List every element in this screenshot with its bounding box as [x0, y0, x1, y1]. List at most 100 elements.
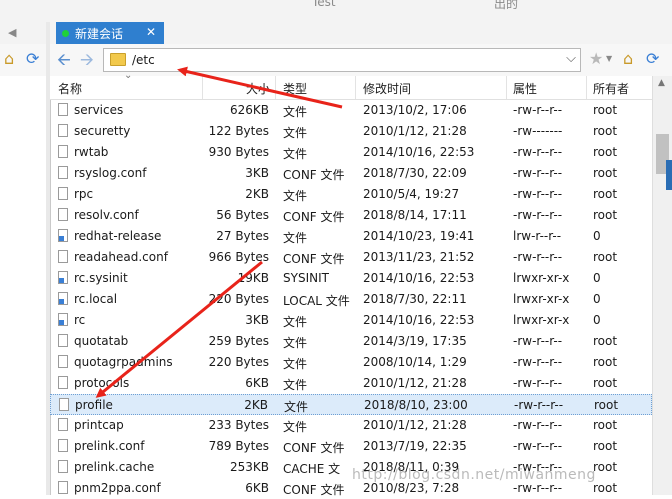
file-owner: root [593, 145, 618, 159]
column-divider[interactable] [355, 76, 356, 99]
symlink-file-icon [58, 313, 68, 326]
file-mtime: 2010/1/12, 21:28 [363, 418, 467, 432]
table-row[interactable]: protocols 6KB 文件 2010/1/12, 21:28 -rw-r--r--… [50, 373, 652, 394]
bookmark-dropdown-icon[interactable]: ▼ [606, 54, 612, 63]
back-arrow-icon[interactable]: 🡨 [57, 52, 71, 69]
bookmark-star-icon[interactable]: ★ [589, 50, 603, 68]
file-name: pnm2ppa.conf [74, 481, 161, 495]
file-mtime: 2014/10/16, 22:53 [363, 271, 475, 285]
file-name: quotatab [74, 334, 129, 348]
file-owner: root [593, 481, 618, 495]
table-row-selected[interactable]: profile 2KB 文件 2018/8/10, 23:00 -rw-r--r-- ro… [50, 394, 652, 415]
file-permissions: lrwxr-xr-x [513, 313, 570, 327]
file-icon [58, 145, 68, 158]
file-owner: root [593, 103, 618, 117]
file-type: 文件 [283, 126, 308, 140]
file-icon [58, 439, 68, 452]
table-row[interactable]: redhat-release 27 Bytes 文件 2014/10/23, 19:4… [50, 226, 652, 247]
table-row[interactable]: resolv.conf 56 Bytes CONF 文件 2018/8/14, 17:… [50, 205, 652, 226]
table-row[interactable]: services 626KB 文件 2013/10/2, 17:06 -rw-r--r-… [50, 100, 652, 121]
table-row[interactable]: securetty 122 Bytes 文件 2010/1/12, 21:28 -rw-… [50, 121, 652, 142]
table-row[interactable]: rc 3KB 文件 2014/10/16, 22:53 lrwxr-xr-x 0 [50, 310, 652, 331]
column-divider[interactable] [586, 76, 587, 99]
file-type: 文件 [284, 400, 309, 414]
file-icon [58, 460, 68, 473]
left-home-icon[interactable]: ⌂ [4, 50, 14, 68]
file-type: 文件 [283, 105, 308, 119]
file-mtime: 2014/3/19, 17:35 [363, 334, 467, 348]
symlink-file-icon [58, 229, 68, 242]
column-owner[interactable]: 所有者 [593, 80, 629, 97]
file-type: 文件 [283, 357, 308, 371]
file-name: resolv.conf [74, 208, 139, 222]
close-icon[interactable]: ✕ [146, 25, 156, 39]
file-permissions: -rw-r--r-- [513, 103, 563, 117]
file-type: CONF 文件 [283, 252, 345, 266]
file-size: 2KB [244, 398, 268, 412]
file-permissions: -rw-r--r-- [513, 376, 563, 390]
file-icon [59, 398, 69, 411]
file-permissions: -rw-r--r-- [513, 334, 563, 348]
file-type: SYSINIT [283, 271, 329, 285]
table-row[interactable]: rwtab 930 Bytes 文件 2014/10/16, 22:53 -rw-r--… [50, 142, 652, 163]
column-perm[interactable]: 属性 [513, 80, 537, 97]
file-size: 56 Bytes [216, 208, 269, 222]
file-name: readahead.conf [74, 250, 168, 264]
file-icon [58, 334, 68, 347]
column-mtime[interactable]: 修改时间 [363, 80, 411, 97]
file-permissions: -rw-r--r-- [513, 166, 563, 180]
table-row[interactable]: readahead.conf 966 Bytes CONF 文件 2013/11/23… [50, 247, 652, 268]
file-size: 6KB [245, 481, 269, 495]
file-mtime: 2010/8/23, 7:28 [363, 481, 460, 495]
file-owner: root [593, 460, 618, 474]
file-mtime: 2018/7/30, 22:11 [363, 292, 467, 306]
column-divider[interactable] [275, 76, 276, 99]
table-row[interactable]: prelink.conf 789 Bytes CONF 文件 2013/7/19, 2… [50, 436, 652, 457]
column-type[interactable]: 类型 [283, 80, 307, 97]
table-row[interactable]: printcap 233 Bytes 文件 2010/1/12, 21:28 -rw-r… [50, 415, 652, 436]
left-refresh-icon[interactable]: ⟳ [26, 50, 39, 68]
file-size: 220 Bytes [208, 355, 269, 369]
file-permissions: -rw-r--r-- [514, 398, 564, 412]
file-mtime: 2010/1/12, 21:28 [363, 124, 467, 138]
home-icon[interactable]: ⌂ [623, 50, 633, 68]
file-icon [58, 166, 68, 179]
table-row[interactable]: rc.sysinit 19KB SYSINIT 2014/10/16, 22:53 lr… [50, 268, 652, 289]
file-name: rc.local [74, 292, 118, 306]
scroll-up-icon[interactable]: ▲ [658, 78, 665, 88]
file-type: CONF 文件 [283, 210, 345, 224]
file-permissions: -rw-r--r-- [513, 250, 563, 264]
file-permissions: -rw-r--r-- [513, 439, 563, 453]
file-icon [58, 376, 68, 389]
chevron-down-icon[interactable]: ⌵ [566, 51, 576, 66]
file-owner: root [593, 376, 618, 390]
file-icon [58, 187, 68, 200]
forward-arrow-icon[interactable]: 🡪 [80, 52, 94, 69]
file-type: LOCAL 文件 [283, 294, 350, 308]
tab-new-session[interactable]: 新建会话 ✕ [56, 22, 164, 44]
table-row[interactable]: quotatab 259 Bytes 文件 2014/3/19, 17:35 -rw-r… [50, 331, 652, 352]
file-mtime: 2014/10/16, 22:53 [363, 145, 475, 159]
file-name: securetty [74, 124, 131, 138]
table-row[interactable]: rsyslog.conf 3KB CONF 文件 2018/7/30, 22:09 -r… [50, 163, 652, 184]
symlink-file-icon [58, 271, 68, 284]
file-name: protocols [74, 376, 130, 390]
column-divider[interactable] [506, 76, 507, 99]
path-input[interactable]: /etc ⌵ [103, 48, 581, 72]
column-divider[interactable] [202, 76, 203, 99]
column-name[interactable]: 名称 [58, 80, 82, 97]
file-size: 2KB [245, 187, 269, 201]
table-row[interactable]: rpc 2KB 文件 2010/5/4, 19:27 -rw-r--r-- root [50, 184, 652, 205]
column-size[interactable]: 大小 [246, 80, 270, 97]
table-row[interactable]: rc.local 220 Bytes LOCAL 文件 2018/7/30, 22:1… [50, 289, 652, 310]
file-owner: root [593, 334, 618, 348]
refresh-icon[interactable]: ⟳ [646, 50, 659, 68]
left-scroll-icon[interactable]: ◀ [8, 26, 16, 39]
file-size: 122 Bytes [208, 124, 269, 138]
file-permissions: -rw-r--r-- [513, 418, 563, 432]
table-row[interactable]: quotagrpadmins 220 Bytes 文件 2008/10/14, 1:2… [50, 352, 652, 373]
vertical-scrollbar[interactable]: ▲ [652, 76, 672, 495]
tab-label: 新建会话 [75, 26, 124, 41]
file-mtime: 2018/8/14, 17:11 [363, 208, 467, 222]
top-strip [0, 0, 672, 23]
